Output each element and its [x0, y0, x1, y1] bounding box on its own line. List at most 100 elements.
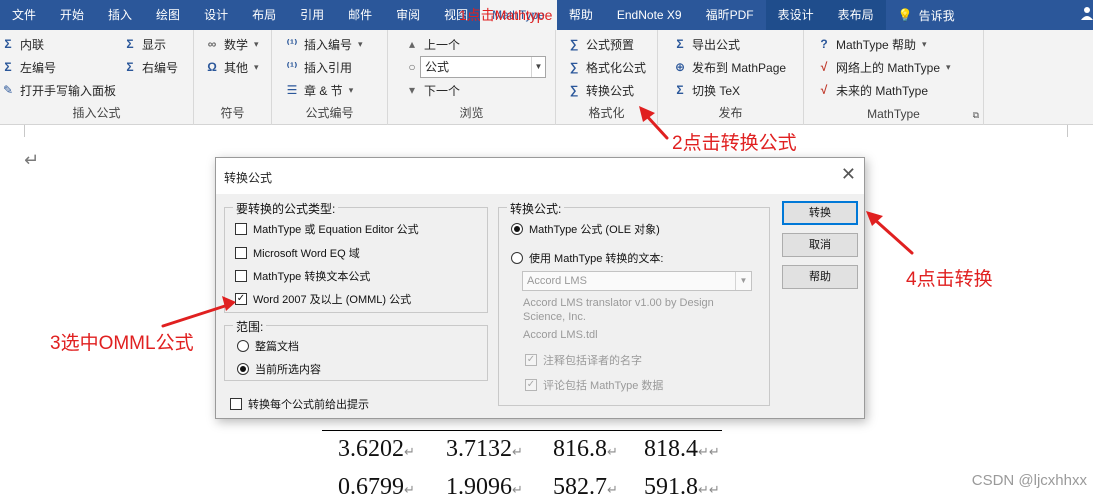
- type-mathtype-checkbox[interactable]: MathType 或 Equation Editor 公式: [235, 221, 419, 237]
- next-button[interactable]: ▾ 下一个: [404, 80, 460, 100]
- format-group: ∑ 公式预置 ∑ 格式化公式 ∑ 转换公式 格式化: [556, 30, 658, 125]
- sigma-right-icon: Σ: [126, 60, 134, 74]
- table-cell[interactable]: 582.7↵: [553, 474, 618, 497]
- type-text-eq-checkbox[interactable]: MathType 转换文本公式: [235, 268, 370, 284]
- menu-design[interactable]: 设计: [192, 0, 240, 30]
- right-number-button[interactable]: Σ 右编号: [122, 57, 178, 77]
- radio-selected[interactable]: [237, 363, 249, 375]
- dialog-titlebar[interactable]: 转换公式 ✕: [216, 158, 864, 194]
- arrow-down-icon: ▾: [408, 83, 416, 97]
- scope-whole-document-radio[interactable]: 整篇文档: [237, 338, 299, 354]
- radio[interactable]: [237, 340, 249, 352]
- help-button[interactable]: 帮助: [782, 265, 858, 289]
- checkbox-checked-disabled[interactable]: ✓: [525, 354, 537, 366]
- convert-to-group: 转换公式: MathType 公式 (OLE 对象) 使用 MathType 转…: [498, 200, 770, 406]
- convert-ole-radio[interactable]: MathType 公式 (OLE 对象): [511, 221, 660, 237]
- paragraph-mark-icon: ↵: [24, 150, 40, 170]
- menu-foxit-pdf[interactable]: 福昕PDF: [694, 0, 766, 30]
- toggle-tex-button[interactable]: Σ 切换 TeX: [672, 80, 740, 100]
- format-icon: ∑: [569, 60, 579, 74]
- watermark: CSDN @ljcxhhxx: [971, 472, 1087, 489]
- translator-select[interactable]: Accord LMS ▼: [522, 271, 752, 291]
- annotation-step4: 4点击转换: [906, 269, 993, 290]
- table-cell[interactable]: 591.8↵↵: [644, 474, 720, 497]
- globe-icon: ⊕: [674, 60, 686, 74]
- display-button[interactable]: Σ 显示: [122, 34, 166, 54]
- convert-text-radio[interactable]: 使用 MathType 转换的文本:: [511, 250, 663, 266]
- cancel-button[interactable]: 取消: [782, 233, 858, 257]
- checkbox[interactable]: [230, 398, 242, 410]
- export-equations-button[interactable]: Σ 导出公式: [672, 34, 740, 54]
- left-number-button[interactable]: Σ 左编号: [0, 57, 56, 77]
- ribbon: Σ 内联 Σ 左编号 Σ 显示 Σ 右编号 ✎ 打开手写输入面板 插入公式 ∞ 数学 ▾ Ω其…: [0, 30, 1093, 125]
- radio[interactable]: [511, 252, 523, 264]
- chevron-down-icon: ▾: [254, 38, 259, 49]
- insert-number-button[interactable]: ⁽¹⁾ 插入编号 ▾: [284, 34, 363, 54]
- chevron-down-icon[interactable]: ▼: [735, 272, 751, 290]
- format-equations-button[interactable]: ∑ 格式化公式: [566, 57, 646, 77]
- menu-home[interactable]: 开始: [48, 0, 96, 30]
- menu-mailings[interactable]: 邮件: [336, 0, 384, 30]
- tell-me-box[interactable]: 💡 告诉我: [886, 7, 955, 24]
- convert-equations-button[interactable]: ∑ 转换公式: [566, 80, 634, 100]
- table-cell[interactable]: 0.6799↵: [338, 474, 415, 497]
- checkbox-checked-disabled[interactable]: ✓: [525, 379, 537, 391]
- checkbox[interactable]: [235, 223, 247, 235]
- include-mathtype-data-checkbox[interactable]: ✓ 评论包括 MathType 数据: [525, 377, 663, 393]
- menu-file[interactable]: 文件: [0, 0, 48, 30]
- help-icon: ?: [820, 37, 828, 51]
- inline-button[interactable]: Σ 内联: [0, 34, 44, 54]
- type-word-eq-checkbox[interactable]: Microsoft Word EQ 域: [235, 245, 360, 261]
- menu-references[interactable]: 引用: [288, 0, 336, 30]
- menu-review[interactable]: 审阅: [384, 0, 432, 30]
- convert-button[interactable]: 转换: [782, 201, 858, 225]
- browse-type-value: 公式: [425, 60, 450, 74]
- future-mathtype-button[interactable]: √ 未来的 MathType: [816, 80, 928, 100]
- type-omml-checkbox[interactable]: ✓ Word 2007 及以上 (OMML) 公式: [235, 291, 411, 307]
- previous-button[interactable]: ▴ 上一个: [404, 34, 460, 54]
- math-symbols-button[interactable]: ∞ 数学 ▾: [204, 34, 259, 54]
- symbols-group: ∞ 数学 ▾ Ω 其他 ▾ 符号: [194, 30, 272, 125]
- mathtype-logo-icon: √: [820, 60, 828, 74]
- user-icon[interactable]: [1081, 6, 1093, 20]
- insert-equation-group: Σ 内联 Σ 左编号 Σ 显示 Σ 右编号 ✎ 打开手写输入面板 插入公式: [0, 30, 194, 125]
- table-cell[interactable]: 3.6202↵: [338, 436, 415, 463]
- publish-mathpage-button[interactable]: ⊕ 发布到 MathPage: [672, 57, 786, 77]
- mathtype-future-icon: √: [820, 83, 828, 97]
- equation-preset-button[interactable]: ∑ 公式预置: [566, 34, 634, 54]
- convert-equations-dialog: 转换公式 ✕ 要转换的公式类型: MathType 或 Equation Edi…: [215, 157, 865, 419]
- prompt-each-checkbox[interactable]: 转换每个公式前给出提示: [230, 396, 369, 412]
- insert-reference-button[interactable]: ⁽¹⁾ 插入引用: [284, 57, 352, 77]
- other-symbols-button[interactable]: Ω 其他 ▾: [204, 57, 258, 77]
- numbering-group: ⁽¹⁾ 插入编号 ▾ ⁽¹⁾ 插入引用 ☰ 章 & 节 ▾ 公式编号: [272, 30, 388, 125]
- menu-endnote[interactable]: EndNote X9: [605, 0, 694, 30]
- chevron-down-icon: ▾: [358, 38, 363, 49]
- checkbox[interactable]: [235, 247, 247, 259]
- checkbox-checked[interactable]: ✓: [235, 293, 247, 305]
- chevron-down-icon: ▾: [946, 61, 951, 72]
- table-cell[interactable]: 818.4↵↵: [644, 436, 720, 463]
- include-translator-name-checkbox[interactable]: ✓ 注释包括译者的名字: [525, 352, 642, 368]
- handwriting-panel-button[interactable]: ✎ 打开手写输入面板: [0, 80, 116, 100]
- menu-table-design[interactable]: 表设计: [765, 0, 826, 30]
- menu-help[interactable]: 帮助: [557, 0, 605, 30]
- table-cell[interactable]: 816.8↵: [553, 436, 618, 463]
- menu-layout[interactable]: 布局: [240, 0, 288, 30]
- mathtype-online-button[interactable]: √ 网络上的 MathType ▾: [816, 57, 951, 77]
- menu-table-layout[interactable]: 表布局: [825, 0, 886, 30]
- browse-type-select[interactable]: 公式 ▼: [420, 56, 546, 78]
- chevron-down-icon[interactable]: ▼: [531, 57, 545, 77]
- radio-selected[interactable]: [511, 223, 523, 235]
- chapter-section-button[interactable]: ☰ 章 & 节 ▾: [284, 80, 354, 100]
- close-icon[interactable]: ✕: [841, 164, 856, 185]
- table-cell[interactable]: 1.9096↵: [446, 474, 523, 497]
- menu-insert[interactable]: 插入: [96, 0, 144, 30]
- mathtype-help-button[interactable]: ? MathType 帮助 ▾: [816, 34, 926, 54]
- dialog-launcher-icon[interactable]: ⧉: [973, 110, 979, 121]
- export-icon: Σ: [676, 37, 684, 51]
- scope-selection-radio[interactable]: 当前所选内容: [237, 361, 321, 377]
- table-cell[interactable]: 3.7132↵: [446, 436, 523, 463]
- cell-mark-icon: ↵: [512, 445, 523, 460]
- menu-draw[interactable]: 绘图: [144, 0, 192, 30]
- checkbox[interactable]: [235, 270, 247, 282]
